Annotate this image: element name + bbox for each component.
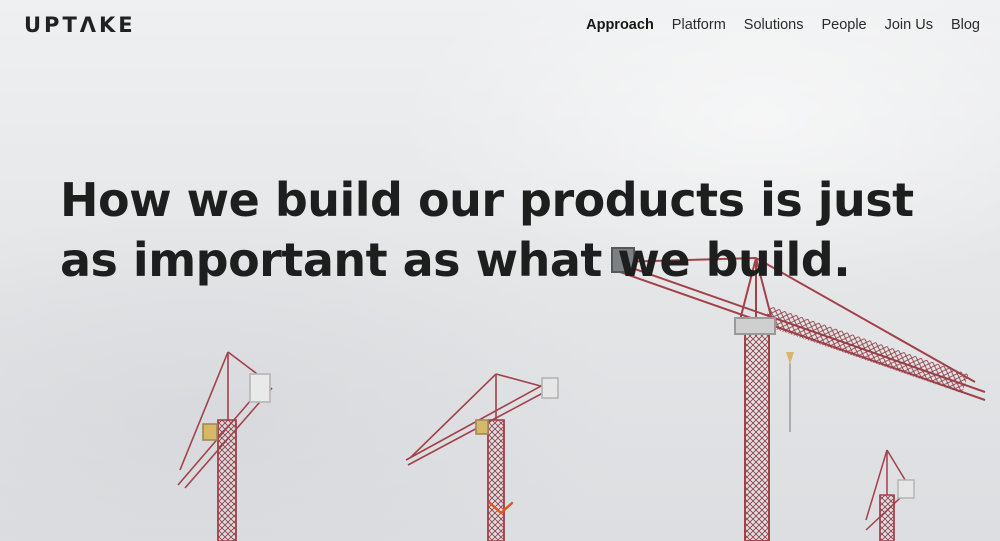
main-nav: Approach Platform Solutions People Join … xyxy=(586,17,980,33)
crane-left xyxy=(177,351,273,541)
crane-far-right xyxy=(865,449,915,541)
hero-headline: How we build our products is just as imp… xyxy=(60,173,914,287)
crane-right-large xyxy=(611,247,986,541)
nav-item-join-us[interactable]: Join Us xyxy=(885,17,933,33)
crane-middle xyxy=(405,373,559,541)
scroll-down-button[interactable] xyxy=(486,497,516,519)
chevron-down-icon xyxy=(488,501,514,515)
nav-item-blog[interactable]: Blog xyxy=(951,17,980,33)
nav-item-people[interactable]: People xyxy=(821,17,866,33)
nav-item-approach[interactable]: Approach xyxy=(586,17,654,33)
nav-item-solutions[interactable]: Solutions xyxy=(744,17,804,33)
uptake-logo[interactable]: UPTΛKE xyxy=(24,13,136,37)
site-header: UPTΛKE Approach Platform Solutions Peopl… xyxy=(0,0,1000,52)
nav-item-platform[interactable]: Platform xyxy=(672,17,726,33)
